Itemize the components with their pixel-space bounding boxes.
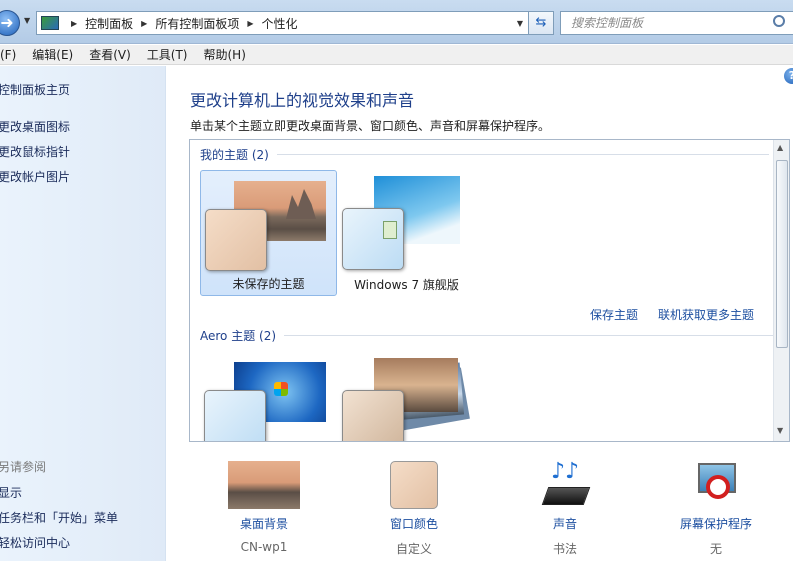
sidebar-control-panel-home[interactable]: 控制面板主页 [0,81,70,98]
sidebar-display[interactable]: 显示 [0,484,22,501]
menu-file[interactable]: (F) [0,48,16,62]
window-color-swatch [204,390,266,441]
sidebar-change-desktop-icons[interactable]: 更改桌面图标 [0,118,70,135]
theme-windows7-ultimate[interactable]: Windows 7 旗舰版 [338,170,475,296]
section-divider [284,335,783,336]
theme-aero-landscapes[interactable] [338,354,475,441]
desktop-background-value: CN-wp1 [240,540,288,554]
desktop-background-button[interactable]: 桌面背景 CN-wp1 [209,461,319,554]
my-themes-section: 我的主题 (2) [200,146,769,163]
menu-view[interactable]: 查看(V) [89,46,131,63]
window-color-button[interactable]: 窗口颜色 自定义 [359,461,469,557]
themes-list[interactable]: 我的主题 (2) 未保存的主题 Windows 7 旗舰版 保存主题 联机获取更… [189,139,790,442]
window-color-swatch [342,390,404,441]
search-icon[interactable] [773,15,785,27]
menu-edit[interactable]: 编辑(E) [32,46,73,63]
theme-aero-windows7[interactable] [200,354,337,441]
address-dropdown-icon[interactable]: ▼ [517,19,523,28]
theme-name: 未保存的主题 [232,277,305,291]
window-color-label: 窗口颜色 [389,517,438,531]
chevron-right-icon[interactable]: ▶ [71,19,77,28]
window-color-value: 自定义 [395,542,432,556]
control-panel-icon [41,16,59,30]
address-bar[interactable]: ▶ 控制面板 ▶ 所有控制面板项 ▶ 个性化 ▼ [36,11,530,35]
sounds-button[interactable]: ♪♪ 声音 书法 [510,459,620,557]
screen-saver-label: 屏幕保护程序 [679,517,752,531]
chevron-right-icon[interactable]: ▶ [141,19,147,28]
my-themes-heading: 我的主题 (2) [200,148,269,162]
page-subtitle: 单击某个主题立即更改桌面背景、窗口颜色、声音和屏幕保护程序。 [190,119,551,133]
screen-saver-value: 无 [709,542,722,556]
desktop-background-icon [228,461,300,509]
section-divider [276,154,769,155]
sidebar-change-account-picture[interactable]: 更改帐户图片 [0,168,70,185]
get-more-themes-link[interactable]: 联机获取更多主题 [658,306,754,323]
aero-themes-section: Aero 主题 (2) [200,327,783,344]
theme-unsaved[interactable]: 未保存的主题 [200,170,337,296]
menu-tools[interactable]: 工具(T) [147,46,188,63]
page-title: 更改计算机上的视觉效果和声音 [190,91,415,110]
window-color-icon [390,461,438,509]
sidebar-ease-of-access[interactable]: 轻松访问中心 [0,534,70,551]
sounds-label: 声音 [552,517,577,531]
desktop-background-label: 桌面背景 [239,517,288,531]
screen-saver-button[interactable]: 屏幕保护程序 无 [661,461,771,557]
sidebar-taskbar-start-menu[interactable]: 任务栏和「开始」菜单 [0,509,118,526]
sidebar-change-mouse-pointers[interactable]: 更改鼠标指针 [0,143,70,160]
scroll-up-icon[interactable]: ▲ [777,143,783,152]
sidebar: 控制面板主页 更改桌面图标 更改鼠标指针 更改帐户图片 另请参阅 显示 任务栏和… [0,66,166,561]
scrollbar-thumb[interactable] [776,160,788,348]
themes-scrollbar[interactable]: ▲ ▼ [773,140,789,441]
refresh-button[interactable]: ⇆ [528,11,554,35]
back-arrow-icon[interactable]: ➜ [0,10,20,36]
sounds-icon: ♪♪ [541,459,591,509]
theme-name: Windows 7 旗舰版 [354,278,459,292]
see-also-heading: 另请参阅 [0,460,47,474]
menu-help[interactable]: 帮助(H) [204,46,246,63]
search-input[interactable]: 搜索控制面板 [560,11,793,35]
help-icon[interactable]: ? [784,68,793,84]
save-theme-link[interactable]: 保存主题 [590,306,638,323]
refresh-icon: ⇆ [535,15,547,30]
recent-pages-dropdown-icon[interactable]: ▼ [24,16,30,25]
address-toolbar: ➜ ▼ ▶ 控制面板 ▶ 所有控制面板项 ▶ 个性化 ▼ ⇆ 搜索控制面板 [0,0,793,44]
menu-bar: (F) 编辑(E) 查看(V) 工具(T) 帮助(H) [0,45,793,65]
search-placeholder: 搜索控制面板 [571,16,644,30]
aero-themes-heading: Aero 主题 (2) [200,329,277,343]
window-color-swatch [342,208,404,270]
breadcrumb-personalization[interactable]: 个性化 [262,15,298,32]
breadcrumb-control-panel[interactable]: 控制面板 [85,15,133,32]
scroll-down-icon[interactable]: ▼ [777,426,783,435]
sounds-value: 书法 [552,542,577,556]
screen-saver-icon [692,461,740,509]
window-color-swatch [205,209,267,271]
breadcrumb-all-items[interactable]: 所有控制面板项 [155,15,239,32]
chevron-right-icon[interactable]: ▶ [247,19,253,28]
